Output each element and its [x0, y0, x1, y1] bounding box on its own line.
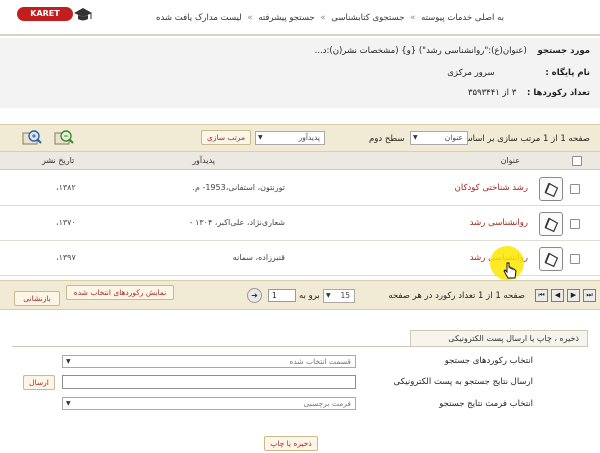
row-checkbox[interactable] [570, 254, 580, 264]
logo-text: KARET [17, 7, 73, 21]
record-author: تورنتون، استفانی،1953- م. [192, 183, 285, 192]
format-value: فرمت برچسبی [303, 399, 351, 408]
go-arrow-icon[interactable]: ➜ [247, 288, 262, 303]
query-row: مورد جستجو (عنوان(ع):"روانشناسی رشد") {و… [315, 46, 590, 56]
book-thumbnail-icon[interactable] [539, 247, 563, 271]
record-date: ،۱۳۷۰ [56, 218, 76, 227]
pager-label: صفحه 1 از 1 تعداد رکورد در هر صفحه [388, 291, 525, 301]
record-title[interactable]: روانشناسی رشد [470, 218, 528, 228]
sort-select[interactable]: عنوان ▼ [410, 131, 468, 145]
sort2-select-value: پدیدآور [298, 133, 320, 142]
per-page-select[interactable]: 15 ▼ [323, 289, 355, 303]
level2-label: سطح دوم [369, 134, 405, 144]
breadcrumb-separator: » [247, 13, 253, 23]
chevron-down-icon: ▼ [66, 358, 71, 365]
show-selected-button[interactable]: نمایش رکوردهای انتخاب شده [66, 285, 174, 300]
chevron-down-icon: ▼ [66, 400, 71, 407]
header-author: پدیدآور [192, 156, 215, 165]
hand-cursor-icon [503, 262, 517, 279]
last-page-button[interactable]: ⏭ [583, 289, 596, 302]
base-value: سرور مرکزی [447, 68, 495, 78]
count-label: تعداد رکوردها : [527, 88, 590, 98]
sort-button[interactable]: مرتب سازی [201, 130, 251, 145]
sort-select-value: عنوان [444, 133, 463, 142]
top-bar: KARET به اصلی خدمات پیوسته » جستجوی کتاب… [0, 0, 600, 36]
table-row: رشد شناختی کودکان تورنتون، استفانی،1953-… [0, 172, 600, 206]
previous-page-button[interactable]: ◀ [551, 289, 564, 302]
format-select[interactable]: فرمت برچسبی ▼ [62, 397, 356, 410]
record-author: شعاری‌نژاد، علی‌اکبر، ۱۳۰۴ - [189, 218, 285, 227]
count-value: ۳ از ۳۵۹۳۴۴۱ [467, 88, 517, 98]
save-panel: انتخاب رکوردهای جستجو قسمت انتخاب شده ▼ … [12, 346, 588, 426]
graduation-cap-icon [74, 8, 92, 21]
sort-label: صفحه 1 از 1 مرتب سازی بر اساس [462, 134, 590, 144]
breadcrumb-bibliographic-search[interactable]: جستجوی کتابشناسی [331, 13, 404, 23]
breadcrumb: به اصلی خدمات پیوسته » جستجوی کتابشناسی … [156, 13, 504, 23]
page: KARET به اصلی خدمات پیوسته » جستجوی کتاب… [0, 0, 600, 453]
select-all-checkbox[interactable] [572, 156, 582, 166]
table-header: عنوان پدیدآور تاریخ نشر [0, 152, 600, 170]
logo: KARET [3, 3, 95, 31]
select-records-label: انتخاب رکوردهای جستجو [444, 356, 533, 366]
base-label: نام پایگاه : [545, 68, 590, 78]
reset-button[interactable]: بازنشانی [14, 291, 60, 306]
breadcrumb-advanced-search[interactable]: جستجو پیشرفته [258, 13, 314, 23]
chevron-down-icon: ▼ [258, 134, 263, 141]
results-toolbar: صفحه 1 از 1 مرتب سازی بر اساس عنوان ▼ سط… [0, 124, 600, 152]
chevron-down-icon: ▼ [413, 134, 418, 141]
header-title: عنوان [500, 156, 520, 165]
record-title[interactable]: رشد شناختی کودکان [455, 183, 528, 193]
format-label: انتخاب فرمت نتایج جستجو [439, 399, 533, 409]
select-records-select[interactable]: قسمت انتخاب شده ▼ [62, 355, 356, 368]
breadcrumb-current: لیست مدارک یافت شده [156, 13, 242, 23]
goto-label: برو به [299, 291, 320, 301]
breadcrumb-separator: » [410, 13, 416, 23]
book-thumbnail-icon[interactable] [539, 177, 563, 201]
table-row: روانشناسی رشد شعاری‌نژاد، علی‌اکبر، ۱۳۰۴… [0, 207, 600, 241]
base-row: نام پایگاه : سرور مرکزی [447, 68, 590, 78]
row-checkbox[interactable] [570, 184, 580, 194]
tab-save-print-email[interactable]: ذخیره ، چاپ یا ارسال پست الکترونیکی [410, 330, 588, 347]
pager-bar: ⏭ ▶ ◀ ⏮ صفحه 1 از 1 تعداد رکورد در هر صف… [0, 280, 600, 310]
book-thumbnail-icon[interactable] [539, 212, 563, 236]
count-row: تعداد رکوردها : ۳ از ۳۵۹۳۴۴۱ [468, 88, 590, 98]
record-date: ،۱۳۸۲ [56, 183, 76, 192]
query-value: (عنوان(ع):"روانشناسی رشد") {و} (مشخصات ن… [314, 46, 527, 56]
search-info-panel: مورد جستجو (عنوان(ع):"روانشناسی رشد") {و… [0, 38, 600, 108]
record-date: ،۱۳۹۷ [56, 253, 76, 262]
zoom-out-icon[interactable] [54, 129, 74, 147]
header-date: تاریخ نشر [42, 156, 75, 165]
chevron-down-icon: ▼ [326, 292, 331, 299]
per-page-value: 15 [340, 291, 350, 300]
email-input[interactable] [62, 375, 356, 389]
sort2-select[interactable]: پدیدآور ▼ [255, 131, 325, 145]
record-author: قنبرزاده، سمانه [232, 253, 285, 262]
first-page-button[interactable]: ⏮ [535, 289, 548, 302]
breadcrumb-home[interactable]: به اصلی خدمات پیوسته [421, 13, 504, 23]
email-label: ارسال نتایج جستجو به پست الکترونیکی [393, 377, 533, 387]
send-button[interactable]: ارسال [23, 375, 55, 390]
row-checkbox[interactable] [570, 219, 580, 229]
goto-page-input[interactable]: 1 [268, 289, 296, 302]
query-label: مورد جستجو [537, 46, 590, 56]
next-page-button[interactable]: ▶ [567, 289, 580, 302]
select-records-value: قسمت انتخاب شده [289, 357, 351, 366]
save-print-button[interactable]: ذخیره یا چاپ [264, 436, 318, 451]
zoom-in-icon[interactable] [22, 129, 42, 147]
breadcrumb-separator: » [320, 13, 326, 23]
